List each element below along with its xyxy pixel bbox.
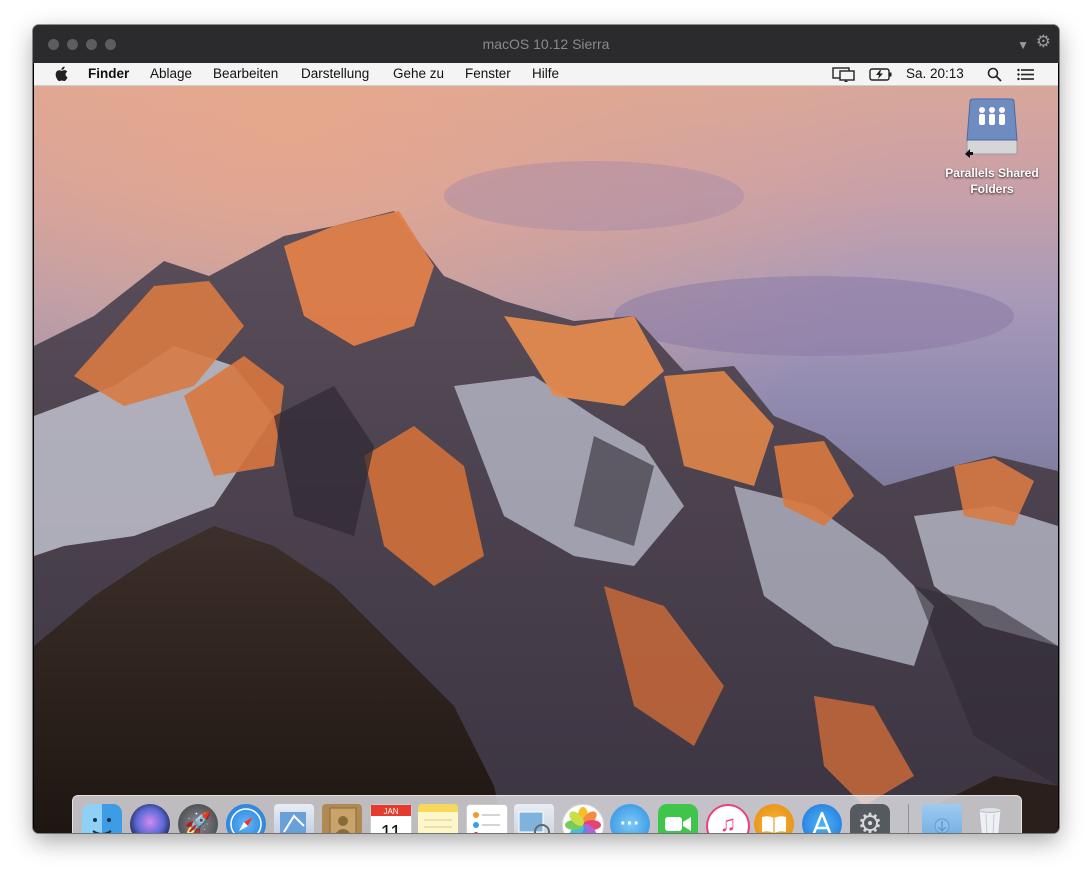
notification-center-icon[interactable] <box>1017 67 1035 82</box>
downloads-folder-icon[interactable] <box>922 804 962 833</box>
facetime-icon[interactable] <box>658 804 698 833</box>
menu-finder[interactable]: Finder <box>88 66 129 81</box>
dock-separator <box>908 804 909 833</box>
menu-hilfe[interactable]: Hilfe <box>532 66 559 81</box>
menu-ablage[interactable]: Ablage <box>150 66 192 81</box>
mail-icon[interactable] <box>274 804 314 833</box>
macos-menubar: Finder Ablage Bearbeiten Darstellung Geh… <box>34 63 1058 86</box>
apple-logo-icon[interactable] <box>54 66 68 82</box>
app-store-icon[interactable] <box>802 804 842 833</box>
dropdown-arrow-icon[interactable]: ▼ <box>1017 37 1029 53</box>
menu-gehe-zu[interactable]: Gehe zu <box>393 66 444 81</box>
notes-icon[interactable] <box>418 804 458 833</box>
window-title: macOS 10.12 Sierra <box>482 36 610 52</box>
safari-icon[interactable] <box>226 804 266 833</box>
gear-icon[interactable]: ⚙ <box>1036 33 1051 50</box>
display-icon[interactable] <box>832 67 856 82</box>
calendar-icon[interactable]: JAN 11 <box>370 804 412 833</box>
spotlight-search-icon[interactable] <box>987 67 1002 82</box>
finder-icon[interactable] <box>82 804 122 833</box>
vm-screen: Finder Ablage Bearbeiten Darstellung Geh… <box>34 63 1058 833</box>
battery-charging-icon[interactable] <box>869 67 893 82</box>
photos-icon[interactable] <box>562 804 604 833</box>
reminders-icon[interactable] <box>466 804 508 833</box>
system-preferences-icon[interactable]: ⚙ <box>850 804 890 833</box>
messages-icon[interactable]: ··· <box>610 804 650 833</box>
siri-icon[interactable] <box>130 804 170 833</box>
calendar-day: 11 <box>381 822 402 833</box>
trash-icon[interactable] <box>970 804 1010 833</box>
menu-bearbeiten[interactable]: Bearbeiten <box>213 66 278 81</box>
vm-window: macOS 10.12 Sierra ▼ ⚙ Finder Ablage Bea… <box>33 25 1059 833</box>
dock: 🚀 JAN 11 ··· ♫ ⚙ <box>72 795 1022 833</box>
contacts-icon[interactable] <box>322 804 362 833</box>
launchpad-icon[interactable]: 🚀 <box>178 804 218 833</box>
desktop-wallpaper[interactable]: Parallels Shared Folders 🚀 JAN 11 ··· ♫ … <box>34 86 1058 833</box>
menu-fenster[interactable]: Fenster <box>465 66 511 81</box>
window-titlebar[interactable]: macOS 10.12 Sierra ▼ ⚙ <box>33 25 1059 64</box>
parallels-shared-folders-icon[interactable] <box>964 96 1020 158</box>
desktop-icon-label: Parallels Shared Folders <box>945 166 1039 196</box>
parallels-shared-folders[interactable]: Parallels Shared Folders <box>938 96 1046 197</box>
menubar-clock[interactable]: Sa. 20:13 <box>906 66 964 81</box>
sierra-mountain-wallpaper <box>34 86 1058 833</box>
ibooks-icon[interactable] <box>754 804 794 833</box>
itunes-icon[interactable]: ♫ <box>706 804 750 833</box>
calendar-month: JAN <box>383 807 398 816</box>
preview-icon[interactable] <box>514 804 554 833</box>
menu-darstellung[interactable]: Darstellung <box>301 66 369 81</box>
